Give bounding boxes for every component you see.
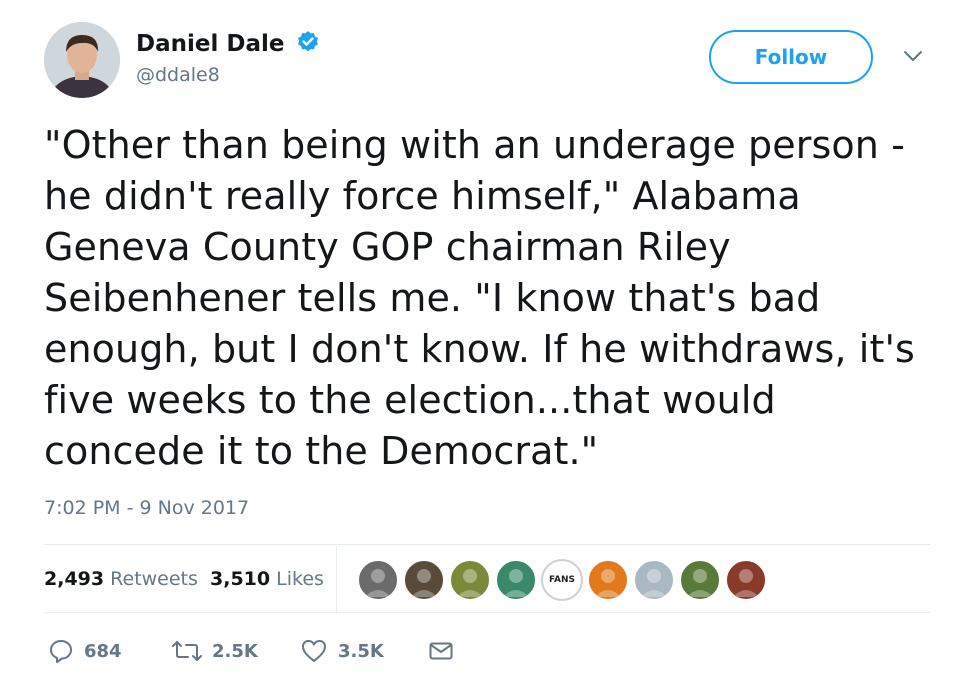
heart-icon (302, 640, 326, 662)
likes-stat-count: 3,510 (210, 568, 271, 590)
retweets-stat-label: Retweets (110, 568, 198, 590)
reply-button[interactable]: 684 (48, 638, 122, 664)
envelope-icon (429, 642, 453, 660)
tweet-text-line: enough, but I don't know. If he withdraw… (44, 327, 915, 371)
like-button[interactable]: 3.5K (300, 638, 384, 664)
tweet-stats: 2,493 Retweets 3,510 Likes FANS (44, 546, 930, 612)
divider (44, 544, 930, 545)
liker-avatar-8[interactable] (679, 559, 721, 601)
tweet-timestamp[interactable]: 7:02 PM - 9 Nov 2017 (44, 497, 249, 519)
author-avatar[interactable] (44, 22, 120, 98)
liker-avatar-2[interactable] (403, 559, 445, 601)
tweet-actions: 684 2.5K 3.5K (44, 638, 544, 678)
author-handle[interactable]: @ddale8 (136, 64, 320, 86)
author-display-name[interactable]: Daniel Dale (136, 31, 284, 57)
liker-avatar-7[interactable] (633, 559, 675, 601)
tweet-text-line: "Other than being with an underage perso… (44, 123, 905, 167)
liker-avatar-3[interactable] (449, 559, 491, 601)
reply-icon (50, 640, 72, 663)
follow-button[interactable]: Follow (709, 30, 873, 84)
liker-avatar-text: FANS (548, 575, 576, 585)
retweet-button[interactable]: 2.5K (172, 638, 258, 664)
retweets-stat[interactable]: 2,493 Retweets (44, 568, 198, 590)
liker-avatar-9[interactable] (725, 559, 767, 601)
likes-stat[interactable]: 3,510 Likes (210, 568, 324, 590)
stats-separator (336, 546, 337, 612)
retweets-stat-count: 2,493 (44, 568, 105, 590)
direct-message-button[interactable] (428, 638, 454, 664)
liker-avatar-1[interactable] (357, 559, 399, 601)
tweet-text-line: Geneva County GOP chairman Riley (44, 225, 731, 269)
tweet-header: Daniel Dale @ddale8 Follow (44, 22, 939, 102)
tweet-text-line: Seibenhener tells me. "I know that's bad (44, 276, 821, 320)
liker-avatar-6[interactable] (587, 559, 629, 601)
tweet-text-line: concede it to the Democrat." (44, 429, 599, 473)
divider (44, 612, 930, 613)
liker-avatar-5[interactable]: FANS (541, 559, 583, 601)
like-count: 3.5K (338, 640, 384, 662)
tweet-text-line: five weeks to the election...that would (44, 378, 776, 422)
verified-badge-icon (296, 30, 320, 58)
tweet-text: "Other than being with an underage perso… (44, 120, 944, 477)
likes-stat-label: Likes (276, 568, 324, 590)
chevron-down-icon[interactable] (902, 48, 924, 64)
retweet-icon (172, 641, 202, 661)
liker-avatar-4[interactable] (495, 559, 537, 601)
retweet-count: 2.5K (212, 640, 258, 662)
tweet-text-line: he didn't really force himself," Alabama (44, 174, 801, 218)
reply-count: 684 (84, 640, 122, 662)
